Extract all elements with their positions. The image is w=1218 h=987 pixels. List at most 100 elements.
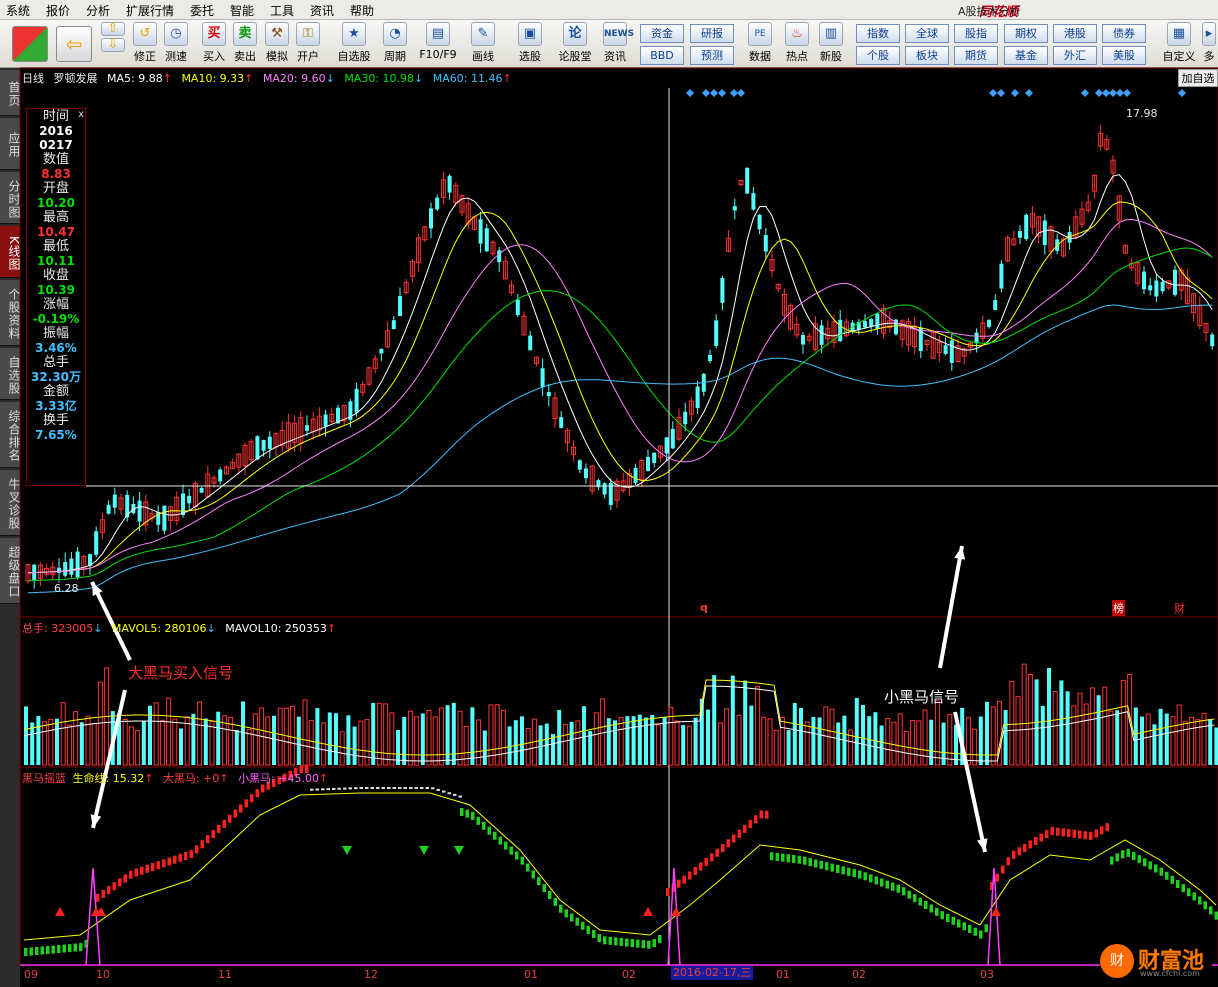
candle-down	[1160, 281, 1165, 292]
add-to-watchlist-button[interactable]: 加自选	[1178, 69, 1218, 87]
event-diamond-icon	[737, 89, 745, 97]
candle-down	[379, 348, 384, 354]
volume-bar-up	[252, 713, 258, 766]
volume-bar-up	[389, 712, 395, 766]
indicator-bar	[825, 862, 829, 871]
candle-down	[720, 277, 725, 303]
volume-bar-down	[662, 716, 667, 765]
volume-bar-up	[407, 710, 413, 766]
indicator-bar	[759, 810, 763, 819]
volume-bar-up	[1089, 687, 1095, 766]
volume-bar-up	[755, 686, 761, 766]
indicator-bar	[896, 884, 900, 893]
candle-down	[63, 561, 68, 576]
volume-bar-down	[681, 725, 686, 765]
indicator-name[interactable]: 黑马摇篮	[22, 772, 66, 785]
candle-down	[751, 193, 756, 210]
candle-down	[695, 386, 700, 409]
indicator-bar	[1143, 858, 1147, 867]
info-key: 总手	[42, 355, 69, 370]
indicator-bar	[409, 787, 413, 789]
volume-bar-down	[513, 720, 518, 765]
indicator-bar	[482, 821, 486, 830]
indicator-bar	[1170, 875, 1174, 884]
candle-down	[1018, 231, 1022, 238]
volume-bar-down	[451, 702, 456, 765]
event-diamond-icon	[1109, 89, 1117, 97]
rank-marker[interactable]: 榜	[1112, 600, 1125, 616]
indicator-bar	[392, 787, 396, 789]
candle-down	[801, 335, 805, 345]
big-signal-annotation: 大黑马买入信号	[128, 664, 234, 682]
event-diamond-icon	[1116, 89, 1124, 97]
indicator-bar	[509, 846, 513, 855]
indicator-bar	[625, 938, 629, 947]
volume-bar-up	[1189, 716, 1195, 766]
ma5-line	[27, 174, 1213, 574]
indicator-bar	[206, 835, 210, 844]
volume-bar-up	[724, 708, 730, 766]
indicator-bar	[1001, 865, 1005, 874]
volume-bar-up	[302, 699, 308, 766]
indicator-bar	[107, 886, 111, 895]
volume-bar-up	[618, 717, 624, 766]
arrow-up-icon: ↑	[318, 772, 329, 785]
period-label[interactable]: 日线	[22, 72, 44, 85]
indicator-bar	[222, 819, 226, 828]
indicator-bar	[436, 788, 440, 791]
indicator-bar	[1050, 827, 1054, 836]
indicator-bar	[699, 862, 703, 871]
volume-bar-up	[1176, 704, 1182, 766]
event-diamond-icon	[989, 89, 997, 97]
indicator-bar	[321, 788, 325, 791]
indicator-bar	[797, 855, 801, 864]
volume-bar-up	[736, 714, 742, 766]
volume-bar-up	[903, 731, 909, 766]
ma20-line	[27, 218, 1213, 574]
volume-bar-down	[30, 722, 35, 765]
volume-bar-down	[482, 730, 487, 765]
indicator-bar	[1176, 880, 1180, 888]
event-diamond-icon	[1123, 89, 1131, 97]
candle-down	[106, 504, 111, 514]
volume-bar-down	[712, 675, 717, 765]
candle-down	[559, 417, 564, 428]
indicator-bar	[553, 897, 557, 906]
arrow-up-icon	[938, 545, 964, 669]
volume-bar-down	[520, 716, 524, 765]
indicator-bar	[715, 848, 719, 857]
indicator-bar	[68, 944, 72, 953]
volume-bar-up	[66, 724, 72, 766]
kline-chart[interactable]	[0, 0, 1218, 987]
info-value: 3.33亿	[35, 399, 77, 413]
volume-bar-down	[799, 707, 803, 765]
indicator-bar	[1012, 850, 1016, 859]
buy-triangle-icon	[55, 907, 65, 916]
volume-bar-down	[929, 719, 934, 765]
volume-bar-up	[717, 722, 723, 766]
indicator-bar	[603, 936, 607, 945]
indicator-bar	[134, 868, 138, 877]
q-marker[interactable]: q	[700, 601, 708, 614]
volume-bar-up	[575, 720, 581, 766]
indicator-bar	[1056, 827, 1060, 836]
close-icon[interactable]: x	[78, 109, 84, 120]
indicator-bar	[852, 869, 856, 878]
volume-bar-up	[172, 718, 178, 766]
indicator-bar	[537, 877, 541, 886]
info-value: 8.83	[41, 167, 71, 181]
finance-marker[interactable]: 财	[1174, 600, 1185, 616]
candle-down	[1042, 220, 1047, 246]
volume-bar-up	[767, 718, 773, 766]
candle-down	[869, 318, 874, 327]
volume-bar-up	[1027, 673, 1033, 766]
indicator-bar	[597, 934, 601, 943]
candle-down	[162, 505, 167, 531]
volume-bar-up	[525, 727, 531, 766]
volume-bar-down	[296, 716, 301, 765]
volume-bar-up	[494, 704, 500, 766]
volume-bar-up	[1071, 705, 1077, 766]
indicator-bar	[918, 897, 922, 906]
info-key: 开盘	[42, 181, 69, 196]
watermark-logo: 财 财富池 www.cfchi.com	[1100, 941, 1212, 981]
